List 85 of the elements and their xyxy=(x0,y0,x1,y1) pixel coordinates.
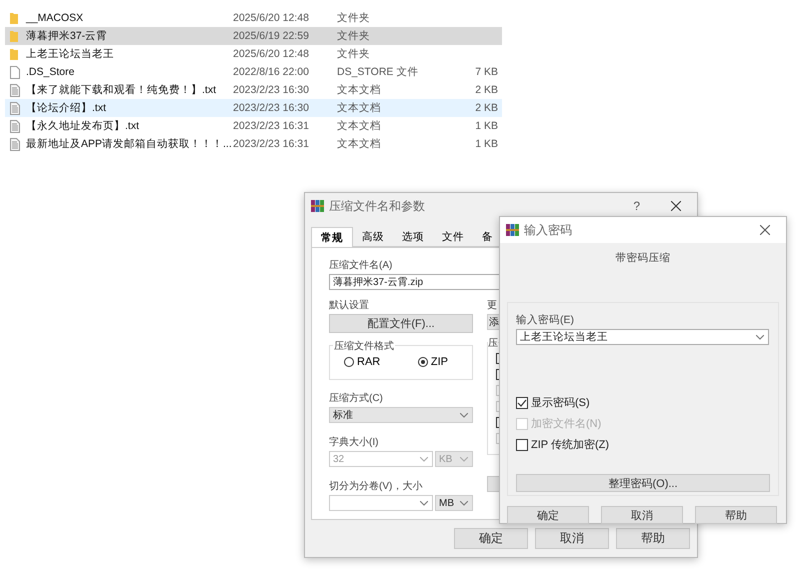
close-icon[interactable] xyxy=(671,201,681,211)
file-name: 薄暮押米37-云霄 xyxy=(26,29,108,43)
file-name: 【论坛介绍】.txt xyxy=(26,101,108,115)
field-label: 更 xyxy=(487,299,498,311)
dialog-button[interactable]: 帮助 xyxy=(616,528,690,549)
dialog-button[interactable]: 确定 xyxy=(507,506,589,524)
file-name: .DS_Store xyxy=(26,66,76,78)
folder-icon xyxy=(10,12,18,24)
radio-button[interactable]: RAR xyxy=(344,356,380,368)
file-name: 上老王论坛当老王 xyxy=(26,47,115,61)
unit-dropdown[interactable]: MB xyxy=(435,495,473,511)
organize-passwords-button[interactable]: 整理密码(O)... xyxy=(516,474,770,492)
file-type: 文本文档 xyxy=(337,83,382,97)
checkbox[interactable]: ZIP 传统加密(Z) xyxy=(516,437,769,452)
file-type: 文本文档 xyxy=(337,119,382,133)
file-date: 2023/2/23 16:30 xyxy=(233,102,310,114)
file-row[interactable]: 【论坛介绍】.txt 2023/2/23 16:30 文本文档 2 KB xyxy=(5,99,502,117)
chevron-down-icon xyxy=(460,412,468,418)
file-name: 【来了就能下载和观看！纯免费！】.txt xyxy=(26,83,218,97)
folder-icon xyxy=(10,30,18,42)
dialog-button[interactable]: 取消 xyxy=(601,506,683,524)
file-size: 1 KB xyxy=(474,138,498,150)
field-label: 输入密码(E) xyxy=(516,313,575,326)
method-dropdown[interactable]: 标准 xyxy=(329,407,473,423)
file-date: 2023/2/23 16:31 xyxy=(233,138,310,150)
text-file-icon xyxy=(10,102,20,114)
file-date: 2025/6/20 12:48 xyxy=(233,48,310,60)
file-date: 2025/6/19 22:59 xyxy=(233,30,310,42)
field-label: 默认设置 xyxy=(329,298,370,311)
file-type: DS_STORE 文件 xyxy=(337,65,420,79)
text-file-icon xyxy=(10,138,20,150)
books-icon xyxy=(311,200,324,212)
file-date: 2023/2/23 16:31 xyxy=(233,120,310,132)
window-title: 输入密码 xyxy=(524,222,573,238)
group-title: 压 xyxy=(488,336,498,350)
field-label: 字典大小(I) xyxy=(329,436,380,448)
file-date: 2023/2/23 16:30 xyxy=(233,84,310,96)
file-row[interactable]: 【永久地址发布页】.txt 2023/2/23 16:31 文本文档 1 KB xyxy=(5,117,502,135)
file-type: 文本文档 xyxy=(337,101,382,115)
chevron-down-icon xyxy=(420,456,428,462)
file-type: 文件夹 xyxy=(337,29,371,43)
file-date: 2025/6/20 12:48 xyxy=(233,12,310,24)
file-name: 最新地址及APP请发邮箱自动获取！！！... xyxy=(26,137,233,151)
file-row[interactable]: 【来了就能下载和观看！纯免费！】.txt 2023/2/23 16:30 文本文档 2 KB xyxy=(5,81,502,99)
window-title: 压缩文件名和参数 xyxy=(329,198,426,214)
file-size: 7 KB xyxy=(474,66,498,78)
file-date: 2022/8/16 22:00 xyxy=(233,66,310,78)
chevron-down-icon xyxy=(460,500,468,506)
field-label: 切分为分卷(V)，大小 xyxy=(329,480,424,492)
text-file-icon xyxy=(10,84,20,96)
file-name: 【永久地址发布页】.txt xyxy=(26,119,140,133)
dialog-button[interactable]: 确定 xyxy=(454,528,528,549)
help-button[interactable]: ? xyxy=(633,199,640,213)
file-size: 2 KB xyxy=(474,84,498,96)
file-row[interactable]: .DS_Store 2022/8/16 22:00 DS_STORE 文件 7 KB xyxy=(5,63,502,81)
file-name: __MACOSX xyxy=(26,12,84,24)
chevron-down-icon xyxy=(460,456,468,462)
password-field[interactable]: 上老王论坛当老王 xyxy=(516,329,769,345)
file-size: 2 KB xyxy=(474,102,498,114)
file-type: 文件夹 xyxy=(337,11,371,25)
checkbox[interactable]: 显示密码(S) xyxy=(516,395,769,410)
tab[interactable]: 常规 xyxy=(311,227,353,247)
field-label: 压缩文件名(A) xyxy=(329,258,394,271)
group-title: 压缩文件格式 xyxy=(333,339,395,353)
file-icon xyxy=(10,66,20,78)
file-row[interactable]: 薄暮押米37-云霄 2025/6/19 22:59 文件夹 xyxy=(5,27,502,45)
close-icon[interactable] xyxy=(760,225,770,235)
file-row[interactable]: 上老王论坛当老王 2025/6/20 12:48 文件夹 xyxy=(5,45,502,63)
profiles-button[interactable]: 配置文件(F)... xyxy=(329,314,473,333)
text-file-icon xyxy=(10,120,20,132)
books-icon xyxy=(506,224,519,236)
chevron-down-icon xyxy=(756,334,764,340)
file-type: 文件夹 xyxy=(337,47,371,61)
dialog-button[interactable]: 帮助 xyxy=(695,506,777,524)
dialog-button[interactable]: 取消 xyxy=(535,528,609,549)
field-label: 压缩方式(C) xyxy=(329,392,384,404)
radio-button[interactable]: ZIP xyxy=(418,356,448,368)
file-row[interactable]: __MACOSX 2025/6/20 12:48 文件夹 xyxy=(5,9,502,27)
chevron-down-icon xyxy=(420,500,428,506)
file-type: 文本文档 xyxy=(337,137,382,151)
dialog-heading: 带密码压缩 xyxy=(614,251,672,266)
file-size: 1 KB xyxy=(474,120,498,132)
file-row[interactable]: 最新地址及APP请发邮箱自动获取！！！...2023/2/23 16:31 文本文档 1 KB xyxy=(5,135,502,153)
folder-icon xyxy=(10,48,18,60)
checkmark-icon xyxy=(517,398,527,406)
